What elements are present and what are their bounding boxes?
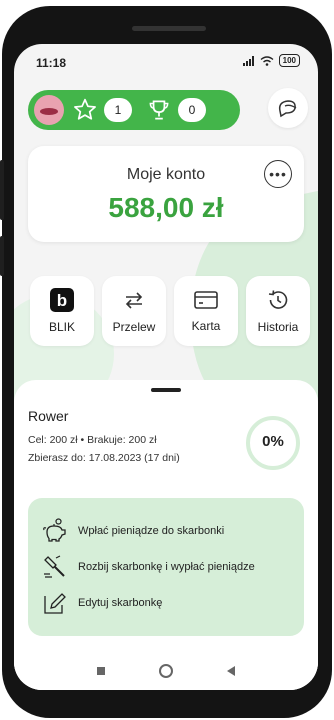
wifi-icon [260,55,274,66]
rewards-pill[interactable]: 1 0 [28,90,240,130]
status-bar: 11:18 100 [14,44,318,80]
account-balance: 588,00 zł [108,192,224,223]
account-name: Moje konto [126,166,206,183]
action-label: Historia [257,320,299,334]
goal-progress-ring: 0% [244,414,302,472]
action-label: BLIK [48,320,75,334]
deposit-menu-item[interactable]: Wpłać pieniądze do skarbonki [42,518,224,544]
app-screen: 11:18 100 1 0 Moje konto 588,00 zł ••• b… [14,44,318,690]
goal-deadline: Zbierasz do: 17.08.2023 (17 dni) [28,452,180,464]
card-icon [194,291,218,309]
star-icon [74,98,96,120]
stars-count: 1 [104,98,132,122]
blik-button[interactable]: b BLIK [30,276,94,346]
history-icon [268,290,288,309]
savings-goal-sheet: Rower Cel: 200 zł • Brakuje: 200 zł Zbie… [14,380,318,690]
account-card[interactable]: Moje konto 588,00 zł ••• [28,146,304,242]
edit-icon [44,593,66,614]
drag-handle[interactable] [151,388,181,392]
action-label: Karta [191,319,221,333]
goal-actions-menu: Wpłać pieniądze do skarbonki Rozbij skar… [28,498,304,636]
blik-icon: b [50,288,74,312]
phone-speaker [132,26,206,31]
menu-item-label: Edytuj skarbonkę [78,597,163,609]
menu-item-label: Wpłać pieniądze do skarbonki [78,525,225,537]
ellipsis-icon: ••• [269,166,287,182]
signal-icon [242,55,254,66]
status-icons: 100 [242,54,300,67]
chat-icon [278,100,297,118]
trophy-icon [149,100,169,120]
menu-item-label: Rozbij skarbonkę i wypłać pieniądze [78,561,255,573]
piggy-bank-icon [43,518,66,542]
more-options-button[interactable]: ••• [264,160,292,188]
hammer-icon [44,555,65,578]
battery-icon: 100 [278,54,300,67]
goal-details: Cel: 200 zł • Brakuje: 200 zł [28,434,157,446]
goal-title: Rower [28,408,69,424]
system-navigation-bar [14,652,318,690]
goal-progress-label: 0% [262,433,284,450]
back-button[interactable] [227,666,235,676]
home-button[interactable] [159,664,173,678]
transfer-icon [125,292,143,309]
recent-apps-button[interactable] [97,667,105,675]
quick-actions: b BLIK Przelew Karta Historia [30,276,316,346]
edit-piggy-bank-menu-item[interactable]: Edytuj skarbonkę [42,590,162,616]
break-piggy-bank-menu-item[interactable]: Rozbij skarbonkę i wypłać pieniądze [42,554,255,580]
avatar[interactable] [34,95,64,125]
power-button [0,236,4,276]
trophies-count: 0 [178,98,206,122]
chat-button[interactable] [268,88,308,128]
history-button[interactable]: Historia [246,276,310,346]
transfer-button[interactable]: Przelew [102,276,166,346]
volume-button [0,160,4,220]
status-time: 11:18 [36,56,67,70]
card-button[interactable]: Karta [174,276,238,346]
action-label: Przelew [112,320,156,334]
